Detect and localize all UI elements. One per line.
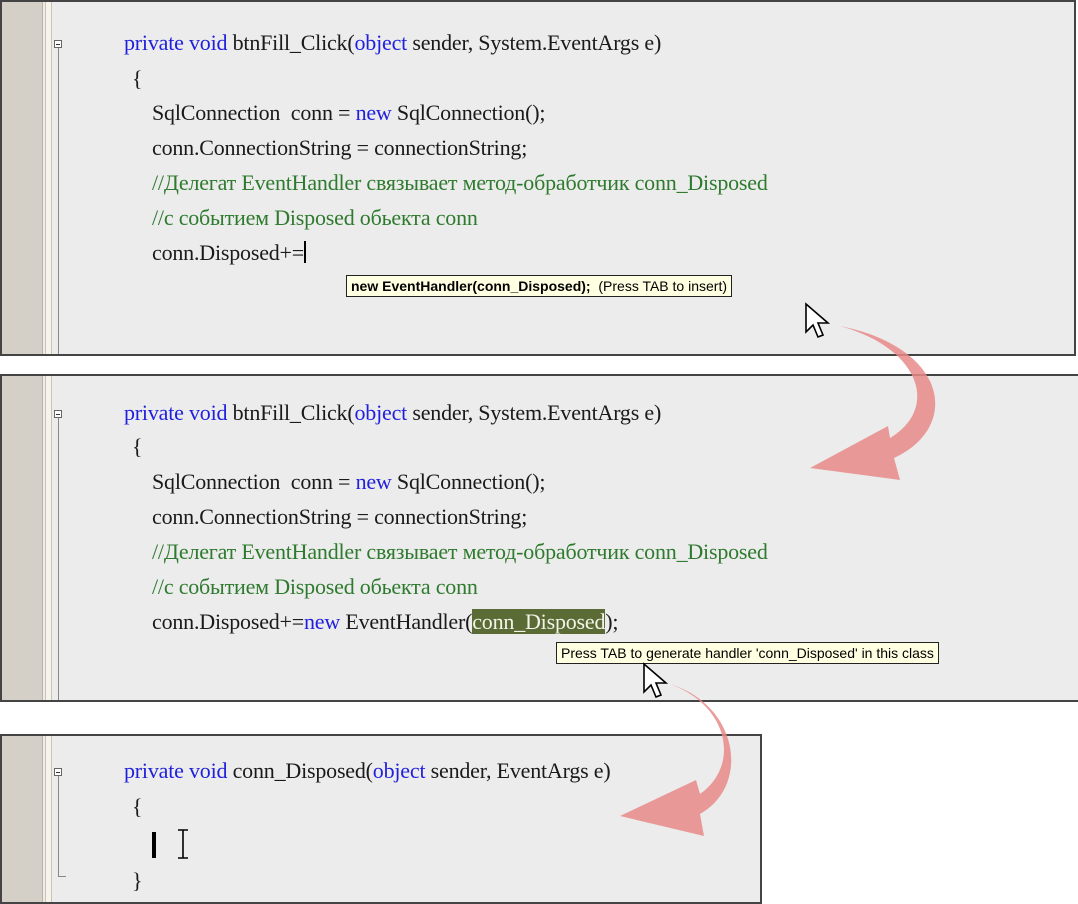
- code-editor-panel-1: private void btnFill_Click(object sender…: [0, 0, 1076, 356]
- comment-line-1[interactable]: //Делегат EventHandler связывает метод-о…: [152, 170, 768, 196]
- text-caret: [152, 832, 156, 858]
- open-brace[interactable]: {: [132, 794, 143, 820]
- code-line-disposed[interactable]: conn.Disposed+=new EventHandler(conn_Dis…: [152, 609, 619, 635]
- code-line-disposed[interactable]: conn.Disposed+=: [152, 240, 306, 266]
- editor-gutter: [2, 736, 43, 902]
- selected-handler-name[interactable]: conn_Disposed: [472, 609, 605, 634]
- close-brace[interactable]: }: [132, 868, 143, 894]
- comment-line-2[interactable]: //с событием Disposed обьекта conn: [152, 574, 478, 600]
- editor-gutter: [2, 2, 43, 354]
- code-line-connection[interactable]: SqlConnection conn = new SqlConnection()…: [152, 100, 545, 126]
- fold-end: [58, 876, 66, 877]
- curved-arrow-icon: [620, 684, 732, 836]
- fold-line: [58, 418, 59, 700]
- tooltip-code: new EventHandler(conn_Disposed);: [351, 278, 591, 294]
- code-line-connection-string[interactable]: conn.ConnectionString = connectionString…: [152, 135, 527, 161]
- generate-handler-tooltip[interactable]: Press TAB to generate handler 'conn_Disp…: [556, 642, 939, 664]
- gutter-margin: [45, 2, 52, 354]
- code-line-connection-string[interactable]: conn.ConnectionString = connectionString…: [152, 504, 527, 530]
- collapse-toggle-icon[interactable]: [54, 768, 62, 776]
- comment-line-2[interactable]: //с событием Disposed обьекта conn: [152, 205, 478, 231]
- tooltip-hint: (Press TAB to insert): [598, 278, 727, 294]
- text-caret: [303, 241, 306, 263]
- fold-line: [58, 48, 59, 354]
- editor-gutter: [2, 376, 43, 700]
- collapse-toggle-icon[interactable]: [54, 410, 62, 418]
- open-brace[interactable]: {: [132, 434, 143, 460]
- open-brace[interactable]: {: [132, 66, 143, 92]
- curved-arrow-icon: [810, 326, 936, 480]
- code-line-connection[interactable]: SqlConnection conn = new SqlConnection()…: [152, 469, 545, 495]
- method-signature[interactable]: private void btnFill_Click(object sender…: [124, 400, 661, 426]
- fold-line: [58, 776, 59, 876]
- method-signature[interactable]: private void btnFill_Click(object sender…: [124, 30, 661, 56]
- i-beam-cursor-icon: [178, 829, 188, 859]
- comment-line-1[interactable]: //Делегат EventHandler связывает метод-о…: [152, 539, 768, 565]
- intellisense-tooltip[interactable]: new EventHandler(conn_Disposed); (Press …: [346, 275, 732, 297]
- collapse-toggle-icon[interactable]: [54, 40, 62, 48]
- gutter-margin: [45, 736, 52, 902]
- gutter-margin: [45, 376, 52, 700]
- method-signature[interactable]: private void conn_Disposed(object sender…: [124, 758, 611, 784]
